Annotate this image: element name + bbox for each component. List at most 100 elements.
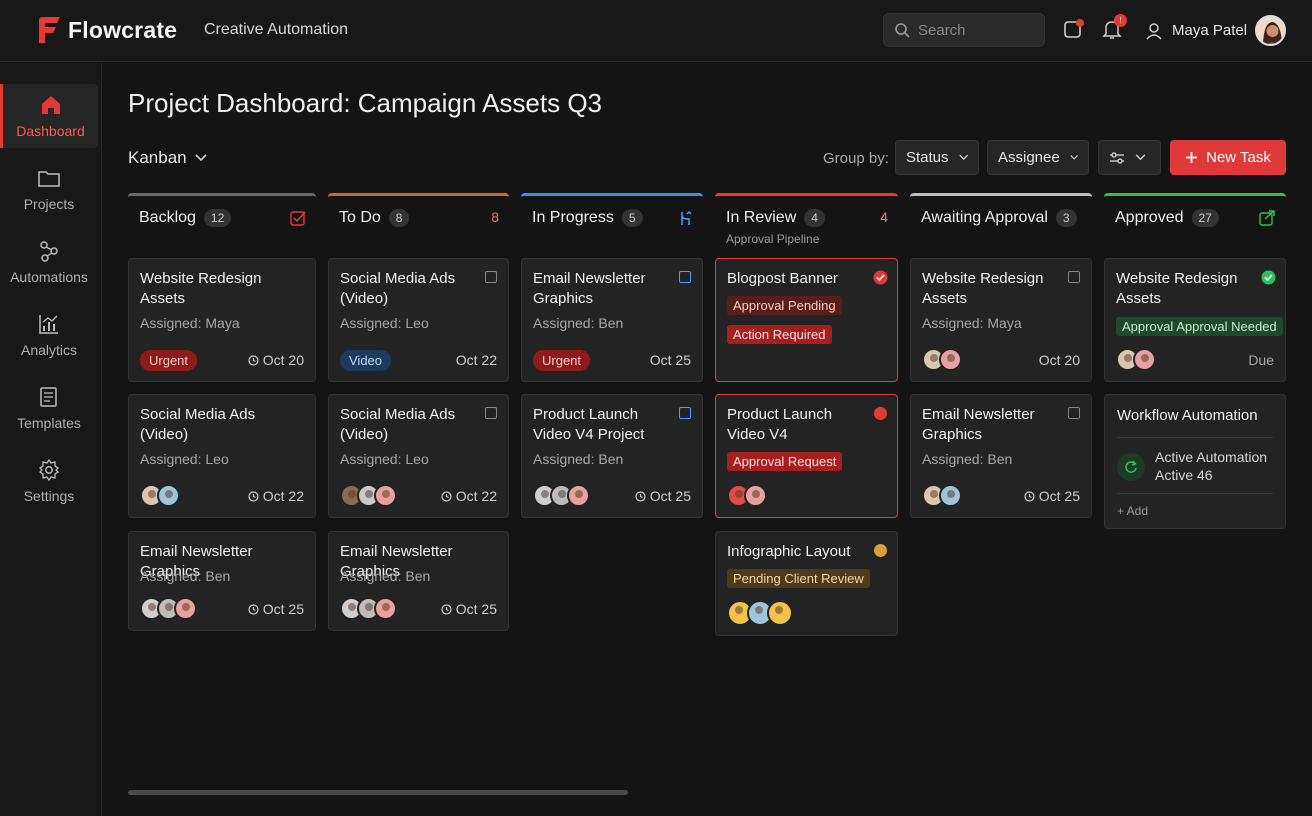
due-date: Oct 22 <box>248 488 304 504</box>
card-assignee: Assigned: Ben <box>533 451 624 467</box>
card-checkbox[interactable] <box>485 271 497 283</box>
status-dot <box>874 407 887 420</box>
view-selector[interactable]: Kanban <box>128 148 207 168</box>
task-card[interactable]: Website Redesign Assets Assigned: Maya U… <box>128 258 316 382</box>
assignee-avatars <box>727 484 767 507</box>
column-header-todo: To Do 8 8 <box>328 193 509 251</box>
automation-refresh-icon <box>1117 453 1145 481</box>
task-card[interactable]: Blogpost Banner Approval Pending Action … <box>715 258 898 382</box>
column-flag-count: 4 <box>880 209 888 225</box>
sidebar-item-label: Dashboard <box>16 123 85 139</box>
filter-settings-dropdown[interactable] <box>1098 140 1161 175</box>
card-title: Website Redesign Assets <box>1116 270 1238 307</box>
sidebar-item-label: Analytics <box>20 342 78 358</box>
card-checkbox[interactable] <box>1068 407 1080 419</box>
card-assignee: Assigned: Ben <box>533 315 624 331</box>
avatar <box>374 484 397 507</box>
card-title: Social Media Ads (Video) <box>340 270 456 307</box>
avatar <box>174 597 197 620</box>
avatar <box>567 484 590 507</box>
card-checkbox[interactable] <box>679 407 691 419</box>
search-box[interactable] <box>883 13 1045 47</box>
card-checkbox[interactable] <box>679 271 691 283</box>
merge-icon[interactable] <box>679 211 693 226</box>
column-count: 3 <box>1055 209 1077 227</box>
assignee-avatars <box>340 484 397 507</box>
app-logo[interactable]: Flowcrate <box>36 16 177 44</box>
horizontal-scrollbar[interactable] <box>128 790 628 795</box>
avatar <box>1133 348 1156 371</box>
clock-icon <box>441 490 452 502</box>
card-title: Email Newsletter Graphics <box>533 270 646 307</box>
sidebar-item-templates[interactable]: Templates <box>0 376 98 440</box>
avatar <box>374 597 397 620</box>
sidebar-item-settings[interactable]: Settings <box>0 449 98 513</box>
column-title: In Review <box>726 209 797 226</box>
card-title: Website Redesign Assets <box>922 270 1044 307</box>
clock-icon <box>1024 490 1035 502</box>
divider <box>1117 493 1273 494</box>
task-card[interactable]: Email Newsletter Graphics Assigned: Ben … <box>910 394 1092 518</box>
due-date: Oct 22 <box>441 488 497 504</box>
task-card[interactable]: Website Redesign Assets Assigned: Maya O… <box>910 258 1092 382</box>
assignee-avatars <box>727 600 793 626</box>
card-title: Blogpost Banner <box>727 270 838 287</box>
task-card[interactable]: Product Launch Video V4 Approval Request <box>715 394 898 518</box>
card-assignee: Assigned: Ben <box>340 568 431 584</box>
due-date: Oct 20 <box>248 352 304 368</box>
card-title: Social Media Ads (Video) <box>140 406 256 443</box>
task-card[interactable]: Website Redesign Assets Approval Approva… <box>1104 258 1286 382</box>
sidebar-item-automations[interactable]: Automations <box>0 230 98 294</box>
add-automation-button[interactable]: + Add <box>1117 504 1148 518</box>
sidebar: Dashboard Projects Automations Analytics… <box>0 63 102 816</box>
card-checkbox[interactable] <box>1068 271 1080 283</box>
card-assignee: Assigned: Ben <box>922 451 1013 467</box>
new-task-button[interactable]: New Task <box>1170 140 1286 175</box>
group-by-status-dropdown[interactable]: Status <box>895 140 979 175</box>
clock-icon <box>441 603 452 615</box>
task-card[interactable]: Product Launch Video V4 Project Assigned… <box>521 394 703 518</box>
column-count: 8 <box>388 209 410 227</box>
task-card[interactable]: Social Media Ads (Video) Assigned: Leo O… <box>128 394 316 518</box>
sidebar-item-dashboard[interactable]: Dashboard <box>0 84 98 148</box>
column-count: 12 <box>203 209 232 227</box>
task-card[interactable]: Social Media Ads (Video) Assigned: Leo O… <box>328 394 509 518</box>
due-date: Oct 25 <box>635 488 691 504</box>
column-header-in-review: In Review 4 Approval Pipeline 4 <box>715 193 898 251</box>
card-title: Email Newsletter Graphics <box>922 406 1035 443</box>
task-card[interactable]: Email Newsletter Graphics Assigned: Ben … <box>521 258 703 382</box>
clock-icon <box>248 603 259 615</box>
status-badge: Approval Request <box>727 452 843 471</box>
clock-icon <box>248 354 259 366</box>
checklist-icon[interactable] <box>290 210 306 226</box>
card-assignee: Assigned: Leo <box>340 315 429 331</box>
card-checkbox[interactable] <box>485 407 497 419</box>
chevron-down-icon <box>1070 155 1078 160</box>
group-by-label: Group by: <box>823 150 889 167</box>
avatar <box>157 484 180 507</box>
card-title: Social Media Ads (Video) <box>340 406 456 443</box>
assignee-avatars <box>140 484 180 507</box>
workflow-automation-card[interactable]: Workflow Automation Active Automation Ac… <box>1104 394 1286 529</box>
task-card[interactable]: Social Media Ads (Video) Assigned: Leo V… <box>328 258 509 382</box>
analytics-icon <box>39 315 58 334</box>
folder-icon <box>38 171 60 187</box>
dropdown-value: Status <box>906 149 949 166</box>
card-title: Website Redesign Assets <box>140 270 262 307</box>
search-input[interactable] <box>918 21 1028 39</box>
task-card[interactable]: Email Newsletter Graphics Assigned: Ben … <box>128 531 316 631</box>
card-assignee: Assigned: Maya <box>922 315 1022 331</box>
card-assignee: Assigned: Ben <box>140 568 231 584</box>
due-date: Oct 22 <box>456 352 497 368</box>
assignee-avatars <box>922 484 962 507</box>
sidebar-item-projects[interactable]: Projects <box>0 157 98 221</box>
group-by-assignee-dropdown[interactable]: Assignee <box>987 140 1089 175</box>
user-menu[interactable]: Maya Patel <box>1144 15 1287 46</box>
export-icon[interactable] <box>1259 210 1276 226</box>
task-card[interactable]: Email Newsletter Graphics Assigned: Ben … <box>328 531 509 631</box>
avatar <box>939 348 962 371</box>
sidebar-item-analytics[interactable]: Analytics <box>0 303 98 367</box>
user-avatar[interactable] <box>1255 15 1287 46</box>
gear-icon <box>38 458 60 482</box>
task-card[interactable]: Infographic Layout Pending Client Review <box>715 531 898 636</box>
